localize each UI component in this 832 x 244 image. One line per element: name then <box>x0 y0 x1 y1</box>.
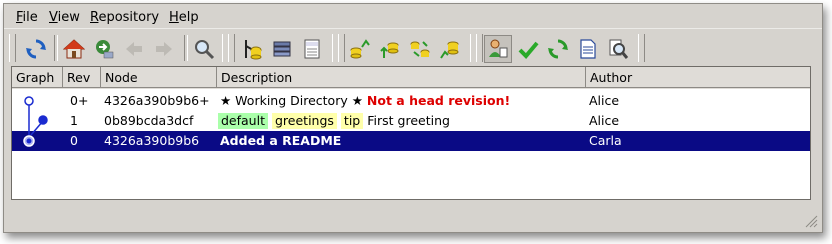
table-row[interactable]: 0+ 4326a390b9b6+ ★ Working Directory ★ N… <box>12 91 810 111</box>
rev-cell: 1 <box>70 113 78 128</box>
table-header: Graph Rev Node Description Author <box>12 67 810 89</box>
column-header-author[interactable]: Author <box>586 67 810 88</box>
description-cell: default greetings tip First greeting <box>218 111 450 131</box>
home-icon <box>63 39 85 59</box>
description-text: ★ Working Directory ★ <box>220 93 363 108</box>
author-cell: Alice <box>589 93 620 108</box>
search-button[interactable] <box>190 35 218 63</box>
sync-button[interactable] <box>544 35 572 63</box>
yellow-cyl-up-button[interactable] <box>376 35 404 63</box>
resize-grip-icon[interactable] <box>804 214 818 228</box>
revision-graph <box>23 96 48 147</box>
tag-label: greetings <box>271 113 337 129</box>
find-icon <box>609 39 629 59</box>
menu-repository[interactable]: Repository <box>90 10 159 25</box>
column-header-graph[interactable]: Graph <box>12 67 63 88</box>
main-window: File View Repository Help Graph Rev Node… <box>3 3 823 233</box>
find-button[interactable] <box>604 35 632 63</box>
merge-button[interactable] <box>346 35 374 63</box>
branch-button[interactable] <box>238 35 266 63</box>
menu-bar: File View Repository Help <box>4 6 822 28</box>
description-cell: Added a README <box>220 133 342 148</box>
toolbar-handle[interactable] <box>9 34 16 62</box>
column-header-node[interactable]: Node <box>101 67 217 88</box>
log-icon <box>304 39 320 59</box>
node-cell: 4326a390b9b6+ <box>104 93 210 108</box>
merge-icon <box>350 39 370 59</box>
tag-label: tip <box>340 113 364 129</box>
table-row-selected[interactable]: 0 4326a390b9b6 Added a README Carla <box>12 131 810 151</box>
toolbar <box>4 28 822 69</box>
stack-button[interactable] <box>268 35 296 63</box>
menu-view[interactable]: View <box>49 10 80 25</box>
graph-node <box>38 115 48 125</box>
menu-file[interactable]: File <box>16 10 38 25</box>
toolbar-separator <box>54 35 58 61</box>
refresh-icon <box>26 39 46 59</box>
node-cell: 4326a390b9b6 <box>104 133 200 148</box>
search-icon <box>195 40 215 60</box>
toolbar-handle[interactable] <box>638 34 645 62</box>
commit-button[interactable] <box>514 35 542 63</box>
stack-icon <box>273 41 291 57</box>
author-cell: Alice <box>589 113 620 128</box>
description-cell: ★ Working Directory ★ Not a head revisio… <box>220 91 510 111</box>
document-button[interactable] <box>574 35 602 63</box>
goto-button[interactable] <box>90 35 118 63</box>
user-filter-button[interactable] <box>484 35 512 63</box>
table-row[interactable]: 1 0b89bcda3dcf default greetings tip First … <box>12 111 810 131</box>
description-text: First greeting <box>367 113 450 128</box>
yellow-cyl-up-icon <box>380 42 399 58</box>
revision-table: Graph Rev Node Description Author 0+ 432… <box>11 66 811 200</box>
status-bar <box>4 206 822 230</box>
toolbar-handle[interactable] <box>338 34 345 62</box>
user-filter-icon <box>489 39 508 58</box>
goto-icon <box>96 40 114 59</box>
yellow-cyl-swap-icon <box>410 41 430 57</box>
sync-icon <box>548 39 568 59</box>
menu-help[interactable]: Help <box>169 10 199 25</box>
column-header-rev[interactable]: Rev <box>63 67 101 88</box>
rev-cell: 0+ <box>70 93 89 108</box>
node-cell: 0b89bcda3dcf <box>104 113 194 128</box>
document-icon <box>580 39 596 59</box>
log-button[interactable] <box>298 35 326 63</box>
branch-tag: default <box>218 113 268 129</box>
author-cell: Carla <box>589 133 622 148</box>
forward-button[interactable] <box>150 35 178 63</box>
refresh-button[interactable] <box>22 35 50 63</box>
forward-icon <box>156 42 172 56</box>
graph-node-working <box>24 96 34 106</box>
column-header-description[interactable]: Description <box>217 67 586 88</box>
back-button[interactable] <box>120 35 148 63</box>
back-icon <box>126 42 142 56</box>
toolbar-handle[interactable] <box>228 34 235 62</box>
rev-cell: 0 <box>70 133 78 148</box>
warning-text: Not a head revision! <box>366 93 511 108</box>
yellow-cyl-graph-button[interactable] <box>436 35 464 63</box>
yellow-cyl-graph-icon <box>440 41 459 59</box>
graph-node-dot <box>26 138 32 144</box>
branch-icon <box>245 40 262 60</box>
home-button[interactable] <box>60 35 88 63</box>
toolbar-separator <box>184 35 188 61</box>
toolbar-handle[interactable] <box>476 34 483 62</box>
checkmark-icon <box>518 41 539 59</box>
yellow-cyl-swap-button[interactable] <box>406 35 434 63</box>
